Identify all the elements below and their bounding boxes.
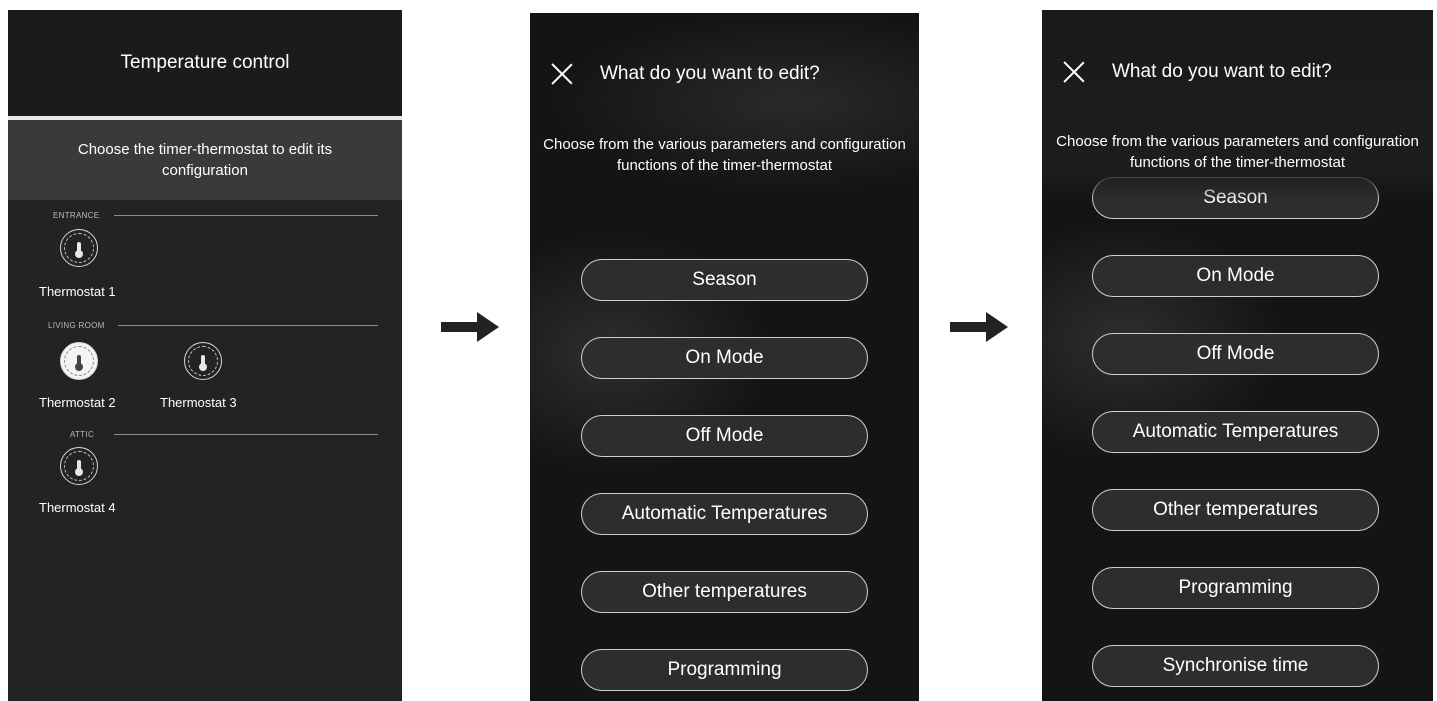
arrow-right-icon (950, 312, 1008, 342)
option-programming-button[interactable]: Programming (1092, 567, 1379, 609)
edit-title: What do you want to edit? (1112, 61, 1332, 82)
option-on-mode-button[interactable]: On Mode (581, 337, 868, 379)
page-title: Temperature control (8, 10, 402, 116)
thermostat-4-icon[interactable] (60, 447, 98, 485)
option-automatic-temperatures-button[interactable]: Automatic Temperatures (581, 493, 868, 535)
thermostat-2-label[interactable]: Thermostat 2 (39, 395, 116, 410)
option-synchronise-time-button[interactable]: Synchronise time (1092, 645, 1379, 687)
room-divider (114, 215, 378, 216)
edit-title: What do you want to edit? (600, 63, 820, 84)
option-automatic-temperatures-button[interactable]: Automatic Temperatures (1092, 411, 1379, 453)
edit-subtitle: Choose from the various parameters and c… (543, 136, 906, 174)
edit-subtitle: Choose from the various parameters and c… (1056, 133, 1419, 171)
instruction-text: Choose the timer-thermostat to edit its … (8, 120, 402, 200)
option-programming-button[interactable]: Programming (581, 649, 868, 691)
edit-options-screen-scrolled: Season On Mode Off Mode Automatic Temper… (1042, 10, 1433, 701)
room-divider (118, 325, 378, 326)
thermostat-list-screen: Temperature control Choose the timer-the… (8, 10, 402, 701)
room-label-living-room: LIVING ROOM (48, 321, 105, 330)
room-label-entrance: ENTRANCE (53, 211, 100, 220)
thermostat-3-icon[interactable] (184, 342, 222, 380)
room-label-attic: ATTIC (70, 430, 95, 439)
option-season-button[interactable]: Season (581, 259, 868, 301)
close-icon[interactable] (550, 62, 574, 86)
thermostat-4-label[interactable]: Thermostat 4 (39, 500, 116, 515)
option-off-mode-button[interactable]: Off Mode (581, 415, 868, 457)
close-icon[interactable] (1062, 60, 1086, 84)
arrow-right-icon (441, 312, 499, 342)
edit-options-screen: What do you want to edit? Choose from th… (530, 13, 919, 701)
option-other-temperatures-button[interactable]: Other temperatures (1092, 489, 1379, 531)
option-on-mode-button[interactable]: On Mode (1092, 255, 1379, 297)
thermostat-1-label[interactable]: Thermostat 1 (39, 284, 116, 299)
thermostat-1-icon[interactable] (60, 229, 98, 267)
room-divider (114, 434, 378, 435)
option-other-temperatures-button[interactable]: Other temperatures (581, 571, 868, 613)
thermostat-2-icon[interactable] (60, 342, 98, 380)
option-off-mode-button[interactable]: Off Mode (1092, 333, 1379, 375)
thermostat-3-label[interactable]: Thermostat 3 (160, 395, 237, 410)
